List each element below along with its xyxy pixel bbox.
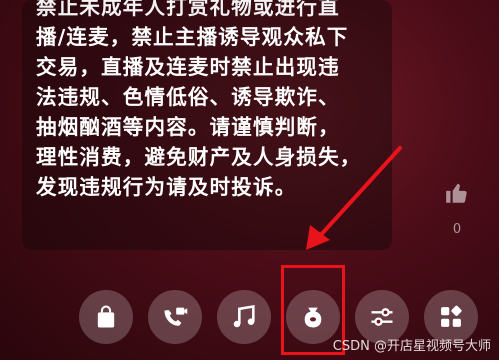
notice-line: 抽烟酗酒等内容。请谨慎判断， [36, 115, 340, 139]
music-note-icon [233, 304, 255, 328]
like-count: 0 [452, 222, 462, 237]
notice-line: 法违规、色情低俗、诱导欺诈、 [36, 85, 340, 109]
apps-icon [441, 305, 462, 327]
notice-line: 禁止未成年人打赏礼物或进行直 [36, 0, 340, 19]
shop-button[interactable] [79, 290, 133, 344]
notice-line: 发现违规行为请及时投诉。 [36, 175, 297, 199]
music-button[interactable] [217, 290, 271, 344]
notice-line: 理性消费，避免财产及人身损失， [36, 145, 362, 169]
like-button[interactable]: 0 [440, 180, 474, 237]
video-call-icon [164, 307, 188, 326]
live-room-notice: 禁止未成年人打赏礼物或进行直 播/连麦，禁止主播诱导观众私下 交易，直播及连麦时… [22, 0, 392, 250]
thumbs-up-icon [446, 183, 467, 203]
video-call-button[interactable] [148, 290, 202, 344]
notice-line: 播/连麦，禁止主播诱导观众私下 [36, 25, 349, 49]
sliders-icon [371, 308, 393, 326]
notice-line: 交易，直播及连麦时禁止出现违 [36, 55, 340, 79]
watermark: CSDN @开店星视频号大师 [332, 339, 491, 354]
shopping-bag-icon [97, 305, 115, 328]
